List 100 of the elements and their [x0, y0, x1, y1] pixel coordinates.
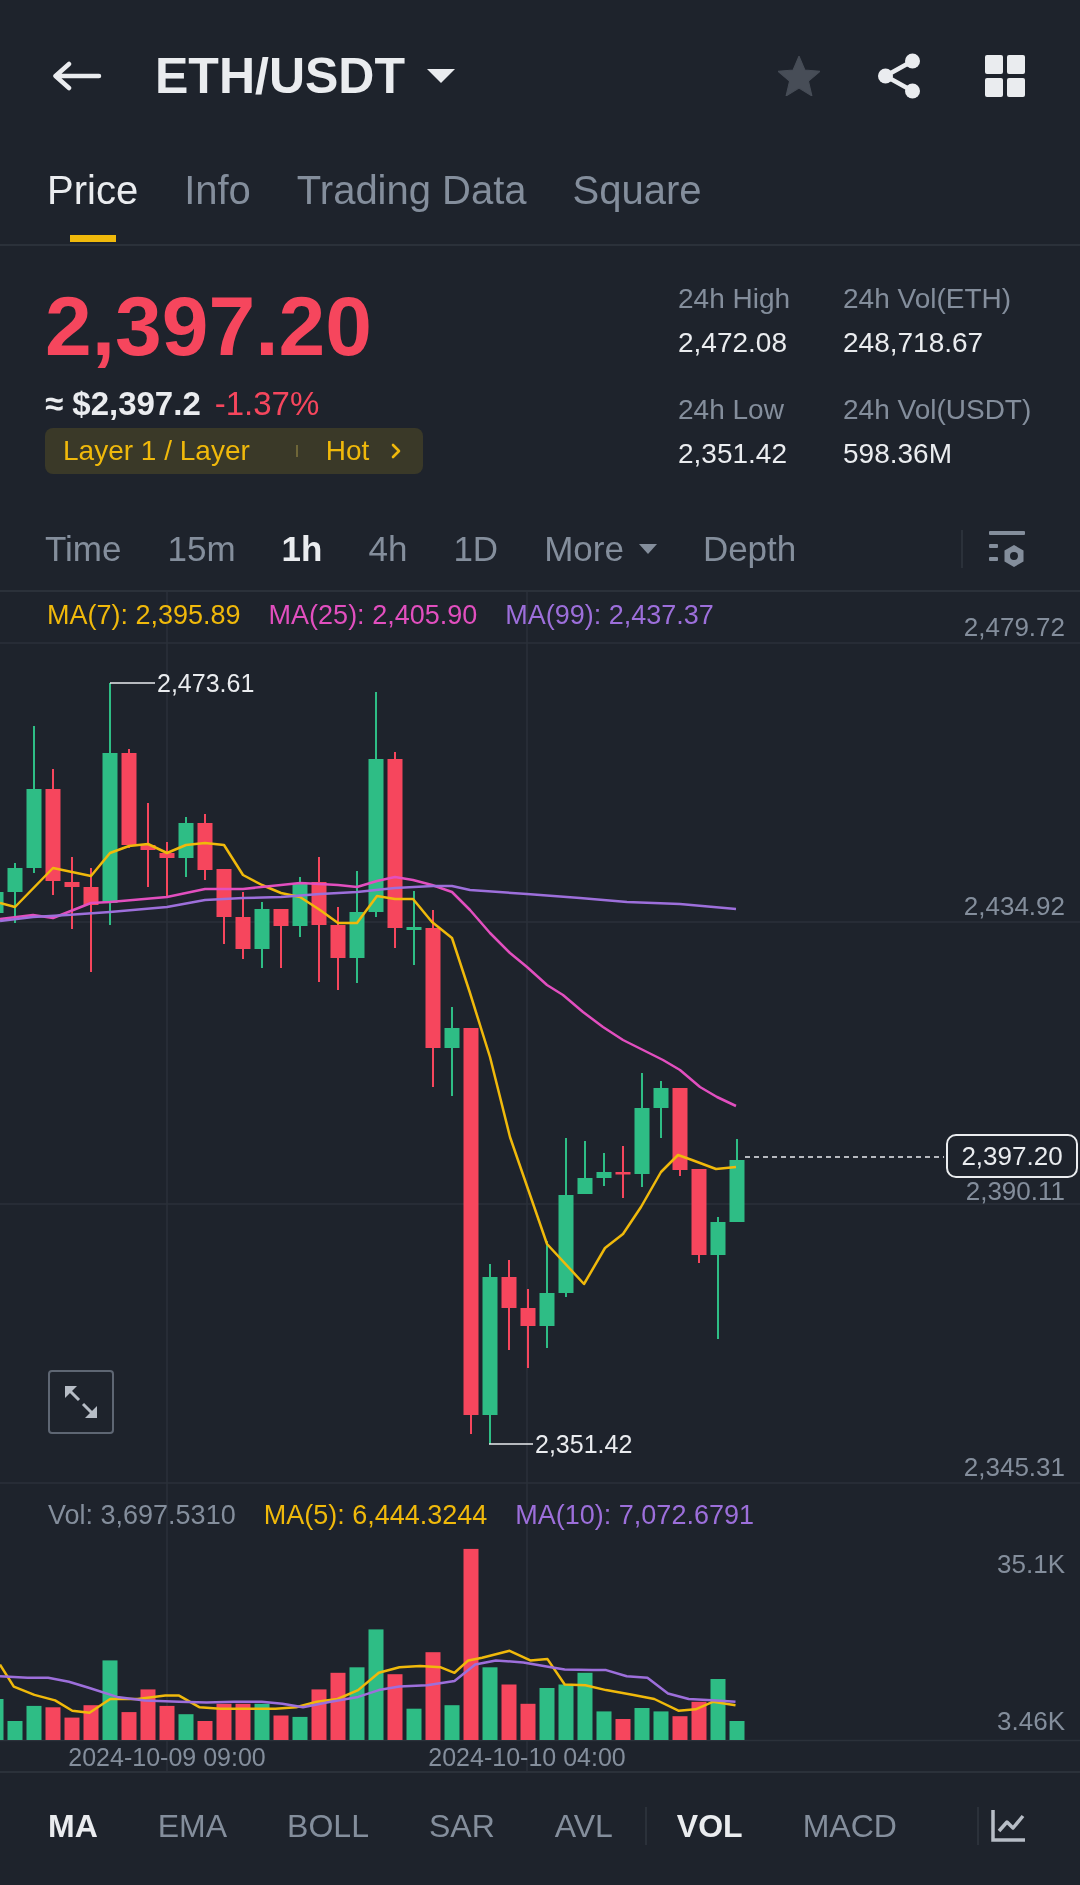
volume-bar: [596, 1711, 612, 1740]
price-change: -1.37%: [214, 384, 320, 424]
share-icon[interactable]: [878, 53, 920, 99]
volume-bar: [387, 1674, 403, 1740]
chart-line-icon[interactable]: [991, 1810, 1025, 1842]
volume-bar: [406, 1708, 422, 1740]
volume-bar: [197, 1721, 213, 1740]
indicator-tab[interactable]: SAR: [428, 1806, 495, 1846]
volume-bar: [729, 1721, 745, 1740]
ma-value: MA(99): 2,437.37: [505, 599, 714, 632]
stat-label: 24h High: [678, 282, 792, 316]
pair-title[interactable]: ETH/USDT: [155, 46, 405, 106]
candle: [0, 892, 4, 913]
time-label: 2024-10-09 09:00: [68, 1743, 266, 1771]
volume-bar: [672, 1716, 688, 1740]
last-price-tag: 2,397.20: [946, 1134, 1078, 1178]
chart-tab[interactable]: 1D: [453, 527, 499, 571]
leader-line: [488, 1443, 534, 1445]
stat-label: 24h Vol(ETH): [843, 282, 1013, 316]
indicator-tab[interactable]: VOL: [676, 1806, 743, 1846]
axis-label: 2,345.31: [963, 1455, 1065, 1479]
chart-tab[interactable]: More: [544, 527, 657, 571]
candle: [235, 891, 251, 960]
volume-bar: [634, 1708, 650, 1740]
ma-value: MA(7): 2,395.89: [47, 599, 241, 632]
chevron-right-icon: [391, 443, 402, 459]
chart-settings-icon[interactable]: [989, 530, 1025, 568]
stat-label: 24h Vol(USDT): [843, 393, 1032, 427]
candle: [292, 876, 308, 938]
ma-value: MA(25): 2,405.90: [268, 599, 478, 632]
chart-tab[interactable]: Time: [45, 527, 122, 571]
volume-bar: [710, 1679, 726, 1740]
star-icon[interactable]: [778, 56, 820, 96]
tab[interactable]: Square: [572, 152, 702, 244]
volume-bar: [691, 1701, 707, 1740]
leader-line: [109, 682, 156, 684]
back-arrow-icon[interactable]: [52, 61, 102, 91]
volume-value: MA(10): 7,072.6791: [515, 1499, 754, 1532]
volume-bar: [64, 1717, 80, 1740]
volume-bar: [178, 1714, 194, 1740]
volume-bar: [0, 1699, 4, 1740]
volume-bar: [520, 1703, 536, 1740]
volume-bar: [539, 1688, 555, 1740]
indicator-tab[interactable]: BOLL: [287, 1806, 369, 1846]
indicator-tab[interactable]: MA: [48, 1806, 98, 1846]
chart-tab[interactable]: 1h: [281, 527, 323, 571]
volume-bar: [7, 1721, 23, 1740]
candle: [7, 862, 23, 924]
low-price-label: 2,351.42: [535, 1429, 633, 1459]
axis-label: 2,479.72: [963, 615, 1065, 639]
grid-icon[interactable]: [985, 55, 1025, 97]
time-label: 2024-10-10 04:00: [428, 1743, 626, 1771]
tab[interactable]: Info: [184, 152, 251, 244]
hot-label: Hot: [325, 434, 370, 468]
candle: [653, 1080, 669, 1139]
volume-bar: [330, 1672, 346, 1740]
sector-tag[interactable]: Layer 1 / Layer Hot: [45, 428, 424, 474]
expand-icon: [64, 1385, 98, 1419]
volume-bar: [653, 1711, 669, 1740]
indicator-tab[interactable]: AVL: [554, 1806, 613, 1846]
last-price: 2,397.20: [45, 282, 373, 370]
stat-value: 598.36M: [843, 437, 953, 471]
indicator-tab[interactable]: MACD: [802, 1806, 897, 1846]
chart-tab[interactable]: Depth: [702, 527, 797, 571]
stat-value: 248,718.67: [843, 326, 985, 360]
volume-bar: [121, 1712, 137, 1740]
candle: [596, 1152, 612, 1187]
volume-bar: [558, 1684, 574, 1740]
caret-down-icon[interactable]: [427, 69, 455, 83]
tab[interactable]: Trading Data: [296, 152, 527, 244]
axis-label: 2,390.11: [965, 1179, 1065, 1203]
chart-tab[interactable]: 15m: [167, 527, 236, 571]
volume-bar: [273, 1715, 289, 1740]
volume-bar: [292, 1716, 308, 1740]
candle: [254, 901, 270, 969]
volume-value: MA(5): 6,444.3244: [263, 1499, 488, 1532]
volume-bar: [577, 1672, 593, 1740]
axis-label: 3.46K: [997, 1709, 1065, 1733]
tab[interactable]: Price: [47, 152, 139, 244]
volume-bar: [444, 1705, 460, 1740]
candle: [197, 813, 213, 881]
candle: [159, 841, 175, 898]
candle: [615, 1145, 631, 1199]
volume-value: Vol: 3,697.5310: [48, 1499, 236, 1532]
chart-tab[interactable]: 4h: [368, 527, 408, 571]
volume-bar: [615, 1719, 631, 1740]
fullscreen-button[interactable]: [48, 1370, 114, 1434]
caret-down-icon: [638, 544, 657, 554]
axis-label: 2,434.92: [963, 894, 1065, 918]
volume-bar: [311, 1689, 327, 1740]
fiat-price: ≈ $2,397.2: [45, 384, 201, 424]
volume-bar: [83, 1705, 99, 1740]
stat-label: 24h Low: [678, 393, 785, 427]
stat-value: 2,351.42: [678, 437, 788, 471]
volume-bar: [159, 1705, 175, 1740]
sector-name: Layer 1 / Layer: [63, 434, 250, 468]
candle: [178, 816, 194, 878]
indicator-tab[interactable]: EMA: [157, 1806, 228, 1846]
volume-bar: [26, 1705, 42, 1740]
high-price-label: 2,473.61: [157, 668, 255, 698]
